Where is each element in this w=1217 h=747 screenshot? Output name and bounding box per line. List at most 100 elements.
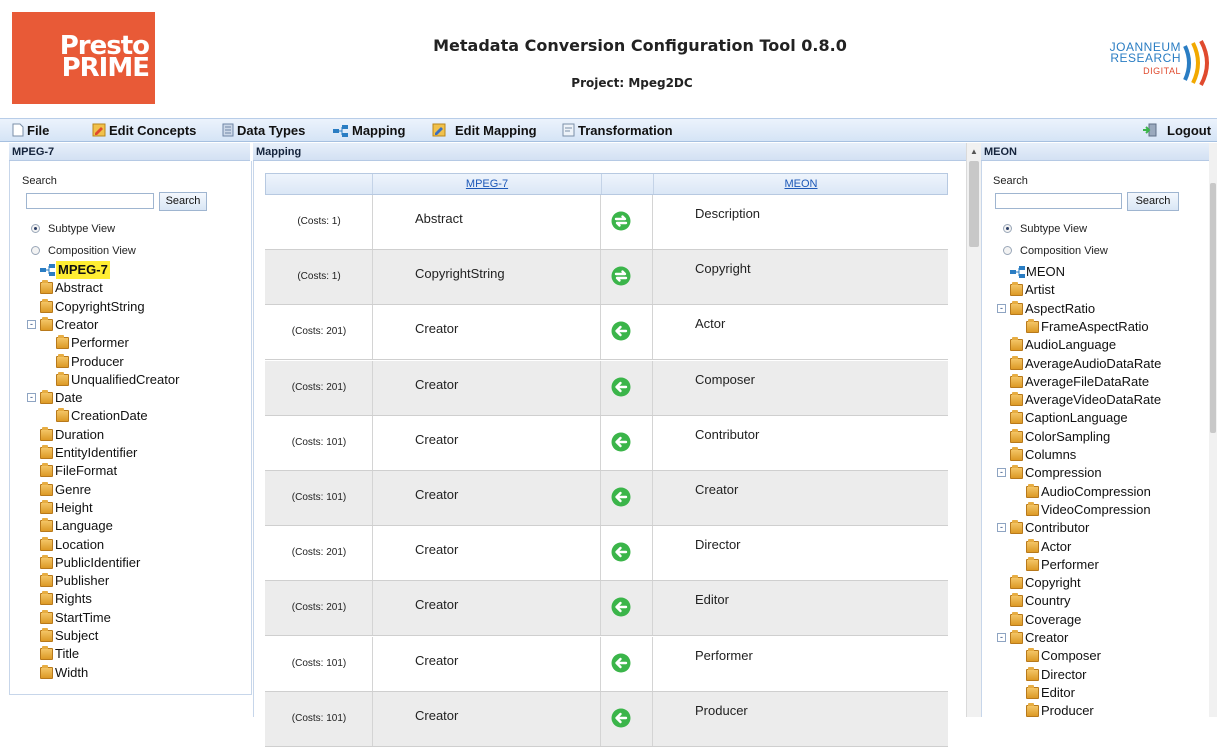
edit-mapping-menu[interactable]: Edit Mapping [432,122,537,140]
right-subtype-view-option[interactable]: Subtype View [1003,222,1087,236]
app-header: Presto PRIME Metadata Conversion Configu… [0,0,1217,118]
tree-item-label: Genre [55,481,92,497]
folder-icon [40,646,53,661]
mapping-row[interactable]: (Costs: 1) CopyrightString Copyright [265,250,948,306]
right-composition-view-label: Composition View [1020,245,1108,257]
presto-prime-logo: Presto PRIME [12,12,155,104]
column-divider [652,360,653,415]
mapping-scrollbar[interactable]: ▲ [966,143,981,717]
folder-icon [40,481,53,496]
mapping-row[interactable]: (Costs: 201) Creator Editor [265,581,948,637]
right-panel-title: MEON [984,146,1017,158]
left-search-input[interactable] [26,193,154,209]
tree-item-label: EntityIdentifier [55,445,138,460]
folder-icon [40,518,53,533]
mapping-panel-header: Mapping [253,143,966,161]
radio-selected-icon [1003,224,1012,233]
folder-icon [56,353,69,368]
left-arrow-icon[interactable] [611,321,631,341]
tree-item-label: AudioCompression [1041,483,1151,499]
right-composition-view-option[interactable]: Composition View [1003,244,1108,258]
collapse-toggle-icon[interactable]: - [27,319,36,329]
column-divider [600,415,601,470]
file-menu[interactable]: File [12,122,49,140]
main-toolbar: File Edit Concepts Data Types Mapping Ed… [0,118,1217,142]
meon-column-header[interactable]: MEON [654,178,948,190]
folder-icon [1010,447,1023,461]
mapping-source-concept: Creator [415,597,459,613]
tree-item-label: Producer [71,353,124,369]
column-divider [600,305,601,360]
tree-item-label: Subject [55,628,99,643]
left-composition-view-option[interactable]: Composition View [31,244,136,258]
left-arrow-icon[interactable] [611,487,631,507]
left-arrow-icon[interactable] [611,597,631,617]
collapse-toggle-icon[interactable]: - [27,393,36,403]
folder-icon [40,609,53,624]
column-divider [600,636,601,691]
mapping-source-concept: Creator [415,652,459,668]
transformation-menu[interactable]: Transformation [562,122,673,140]
bidirectional-mapping-icon[interactable] [611,211,631,231]
folder-icon [56,371,69,386]
tree-item-label: AverageFileDataRate [1025,373,1150,389]
mapping-cost: (Costs: 1) [297,216,341,227]
mapping-menu[interactable]: Mapping [333,122,405,140]
scroll-up-icon[interactable]: ▲ [970,147,978,156]
radio-unselected-icon [31,246,40,255]
folder-icon [1010,611,1023,626]
data-types-menu[interactable]: Data Types [222,122,305,140]
left-arrow-icon[interactable] [611,432,631,452]
folder-icon [1010,428,1023,443]
tree-item-label: UnqualifiedCreator [71,371,180,387]
left-arrow-icon[interactable] [611,708,631,728]
mapping-row[interactable]: (Costs: 201) Creator Actor [265,305,948,361]
mapping-row[interactable]: (Costs: 101) Creator Producer [265,691,948,747]
tree-root-label: MEON [1026,264,1065,279]
radio-unselected-icon [1003,246,1012,255]
tree-item-label: StartTime [55,609,111,625]
column-divider [652,305,653,360]
mapping-source-concept: CopyrightString [415,266,505,282]
mapping-row[interactable]: (Costs: 1) Abstract Description [265,195,948,250]
mapping-row[interactable]: (Costs: 101) Creator Creator [265,471,948,526]
tree-item-label: CaptionLanguage [1025,410,1128,426]
bidirectional-mapping-icon[interactable] [611,266,631,286]
right-panel-header: MEON [981,143,1209,161]
scroll-thumb[interactable] [1210,183,1216,433]
collapse-toggle-icon[interactable]: - [997,633,1006,642]
left-arrow-icon[interactable] [611,542,631,562]
mapping-row[interactable]: (Costs: 101) Creator Performer [265,636,948,692]
column-divider [652,195,653,249]
folder-icon [40,316,53,331]
mapping-cost: (Costs: 201) [291,326,347,338]
right-search-button[interactable]: Search [1127,192,1179,211]
left-arrow-icon[interactable] [611,377,631,397]
mpeg7-column-header[interactable]: MPEG-7 [373,178,601,190]
left-arrow-icon[interactable] [611,653,631,673]
left-subtype-view-option[interactable]: Subtype View [31,222,115,236]
right-panel-scrollbar[interactable] [1209,143,1217,717]
tree-item-label: Actor [1041,538,1072,554]
collapse-toggle-icon[interactable]: - [997,303,1006,313]
tree-item-label: Country [1025,593,1071,609]
collapse-toggle-icon[interactable]: - [997,523,1006,533]
logout-button[interactable]: Logout [1142,122,1211,140]
folder-icon [56,408,69,423]
scroll-thumb[interactable] [969,161,979,247]
mapping-source-concept: Creator [415,487,459,502]
mapping-row[interactable]: (Costs: 201) Creator Director [265,526,948,582]
tree-item-label: Creator [1025,630,1069,645]
collapse-toggle-icon[interactable]: - [997,468,1006,478]
left-search-button[interactable]: Search [159,192,207,211]
tree-item-label: Location [55,536,105,552]
edit-concepts-menu[interactable]: Edit Concepts [92,122,196,140]
mapping-row[interactable]: (Costs: 101) Creator Contributor [265,415,948,471]
right-search-input[interactable] [995,193,1122,209]
tree-item-label: FileFormat [55,463,118,479]
mapping-panel-title: Mapping [256,146,302,158]
folder-icon [40,298,53,313]
mapping-cost: (Costs: 101) [291,492,347,503]
file-menu-label: File [27,123,50,138]
mapping-row[interactable]: (Costs: 201) Creator Composer [265,360,948,416]
